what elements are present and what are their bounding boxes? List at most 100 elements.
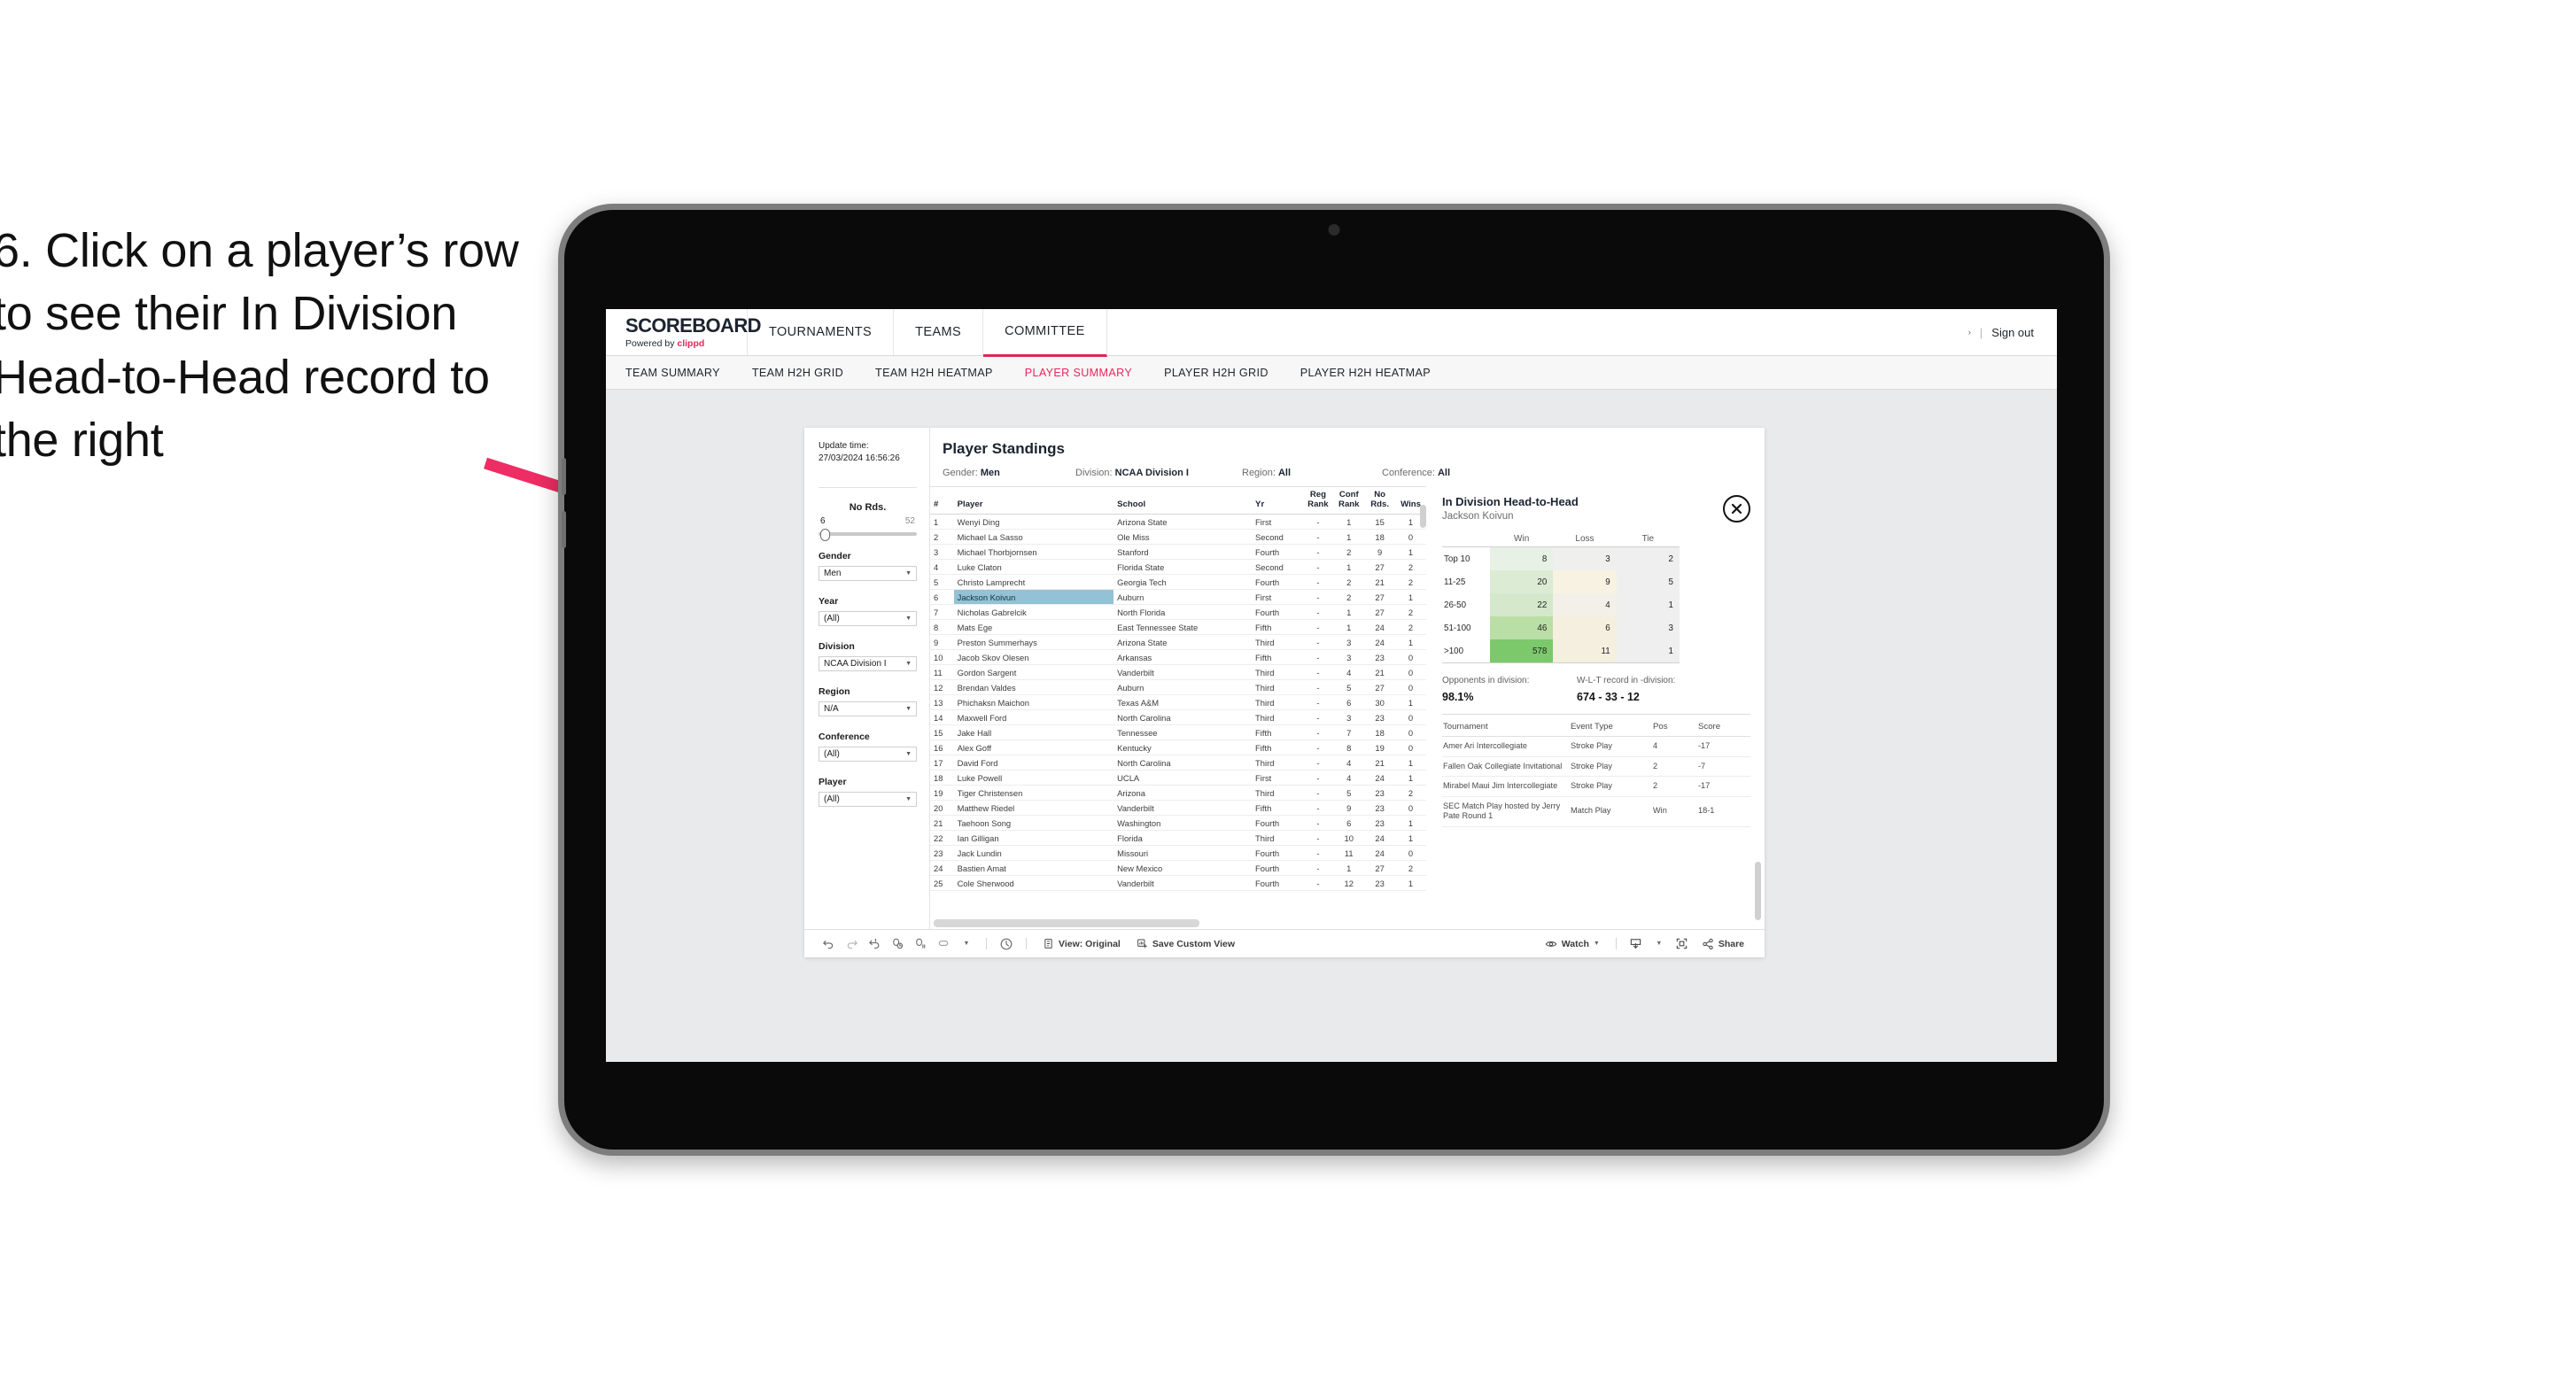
filter-conference: Conference (All) ▼ — [819, 732, 917, 762]
vertical-scrollbar[interactable] — [1420, 505, 1426, 528]
redo-icon[interactable] — [840, 933, 863, 956]
col-player[interactable]: Player — [953, 487, 1114, 515]
volume-up-button[interactable] — [562, 458, 566, 495]
nav-teams[interactable]: TEAMS — [894, 309, 984, 355]
clock-icon[interactable] — [995, 933, 1018, 956]
tournament-row[interactable]: Amer Ari Intercollegiate Stroke Play 4 -17 — [1442, 736, 1750, 757]
subnav-team-h2h-grid[interactable]: TEAM H2H GRID — [752, 367, 863, 379]
standings-table-wrapper: # Player School Yr Reg Rank Conf Rank No… — [930, 486, 1426, 929]
player-select[interactable]: (All) ▼ — [819, 792, 917, 807]
table-row[interactable]: 7 Nicholas Gabrelcik North Florida Fourth -1… — [930, 604, 1426, 621]
cell-school: Kentucky — [1113, 739, 1253, 756]
subnav-team-h2h-heatmap[interactable]: TEAM H2H HEATMAP — [875, 367, 1013, 379]
year-select[interactable]: (All) ▼ — [819, 611, 917, 626]
table-row[interactable]: 1 Wenyi Ding Arizona State First -1 15 1 — [930, 514, 1426, 530]
table-row[interactable]: 9 Preston Summerhays Arizona State Third -3 2… — [930, 634, 1426, 651]
filter-region: Region N/A ▼ — [819, 686, 917, 716]
cell-event-type: Match Play — [1570, 796, 1652, 827]
dashboard-card: Update time: 27/03/2024 16:56:26 No Rds.… — [804, 428, 1765, 957]
table-row[interactable]: 12 Brendan Valdes Auburn Third -5 27 0 — [930, 679, 1426, 696]
top-nav-items: TOURNAMENTS TEAMS COMMITTEE — [748, 309, 1107, 357]
table-row[interactable]: 25 Cole Sherwood Vanderbilt Fourth -12 23 1 — [930, 875, 1426, 892]
pause-icon[interactable] — [909, 933, 932, 956]
layout-icon[interactable] — [932, 933, 955, 956]
detail-scrollbar[interactable] — [1755, 862, 1761, 920]
cell-wins: 2 — [1395, 574, 1426, 591]
nav-tournaments[interactable]: TOURNAMENTS — [748, 309, 895, 355]
table-row[interactable]: 13 Phichaksn Maichon Texas A&M Third -6 30 1 — [930, 694, 1426, 711]
tournament-row[interactable]: Fallen Oak Collegiate Invitational Stroke… — [1442, 756, 1750, 777]
subnav-player-h2h-heatmap[interactable]: PLAYER H2H HEATMAP — [1300, 367, 1450, 379]
cell-school: Vanderbilt — [1113, 875, 1253, 892]
table-row[interactable]: 16 Alex Goff Kentucky Fifth -8 19 0 — [930, 739, 1426, 756]
volume-down-button[interactable] — [562, 511, 566, 548]
page-title: Player Standings — [943, 440, 1065, 457]
horizontal-scrollbar[interactable] — [934, 919, 1199, 927]
col-rank[interactable]: # — [930, 487, 954, 515]
view-original-button[interactable]: View: Original — [1035, 938, 1129, 949]
table-row[interactable]: 5 Christo Lamprecht Georgia Tech Fourth -2 21… — [930, 574, 1426, 591]
table-row[interactable]: 20 Matthew Riedel Vanderbilt Fifth -9 23 0 — [930, 800, 1426, 817]
table-row[interactable]: 22 Ian Gilligan Florida Third -10 24 1 — [930, 830, 1426, 847]
refresh-data-icon[interactable] — [886, 933, 909, 956]
col-reg-rank[interactable]: Reg Rank — [1302, 487, 1334, 515]
caret-down-icon[interactable]: ▼ — [955, 933, 978, 956]
tournament-row[interactable]: SEC Match Play hosted by Jerry Pate Roun… — [1442, 796, 1750, 827]
subnav-team-summary[interactable]: TEAM SUMMARY — [625, 367, 740, 379]
share-button[interactable]: Share — [1694, 938, 1752, 950]
table-row[interactable]: 18 Luke Powell UCLA First -4 24 1 — [930, 770, 1426, 786]
nav-committee[interactable]: COMMITTEE — [983, 309, 1107, 357]
no-rounds-slider[interactable] — [819, 529, 917, 541]
cell-no-rds: 27 — [1364, 604, 1396, 621]
table-row[interactable]: 3 Michael Thorbjornsen Stanford Fourth -2 9 1 — [930, 544, 1426, 561]
fullscreen-icon[interactable] — [1671, 933, 1694, 956]
col-conf-rank[interactable]: Conf Rank — [1333, 487, 1365, 515]
close-icon[interactable] — [1723, 495, 1750, 523]
conference-select[interactable]: (All) ▼ — [819, 747, 917, 762]
brand-logo[interactable]: SCOREBOARD Powered by clippd — [606, 309, 762, 355]
region-select[interactable]: N/A ▼ — [819, 701, 917, 716]
col-no-rds[interactable]: No Rds. — [1364, 487, 1396, 515]
table-row[interactable]: 4 Luke Claton Florida State Second -1 27 2 — [930, 559, 1426, 576]
table-row[interactable]: 2 Michael La Sasso Ole Miss Second -1 18 0 — [930, 529, 1426, 546]
gender-select[interactable]: Men ▼ — [819, 566, 917, 581]
caret-down-icon[interactable]: ▼ — [1648, 933, 1671, 956]
watch-button[interactable]: Watch ▼ — [1537, 938, 1608, 950]
cell-player: Christo Lamprecht — [953, 574, 1114, 591]
division-select[interactable]: NCAA Division I ▼ — [819, 656, 917, 671]
table-row[interactable]: 23 Jack Lundin Missouri Fourth -11 24 0 — [930, 845, 1426, 862]
tournament-row[interactable]: Mirabel Maui Jim Intercollegiate Stroke P… — [1442, 776, 1750, 797]
table-row[interactable]: 14 Maxwell Ford North Carolina Third -3 23 0 — [930, 709, 1426, 726]
table-row[interactable]: 10 Jacob Skov Olesen Arkansas Fifth -3 23 0 — [930, 649, 1426, 666]
col-yr[interactable]: Yr — [1252, 487, 1303, 515]
cell-rank: 25 — [930, 875, 954, 892]
cell-school: Ole Miss — [1113, 529, 1253, 546]
table-row[interactable]: 15 Jake Hall Tennessee Fifth -7 18 0 — [930, 724, 1426, 741]
table-row[interactable]: 6 Jackson Koivun Auburn First -2 27 1 — [930, 589, 1426, 606]
download-icon[interactable] — [1625, 933, 1648, 956]
chevron-right-icon[interactable]: › — [1968, 328, 1971, 337]
cell-player: David Ford — [953, 755, 1114, 771]
table-row[interactable]: 11 Gordon Sargent Vanderbilt Third -4 21 0 — [930, 664, 1426, 681]
signout-link[interactable]: Sign out — [1991, 326, 2034, 339]
slider-handle[interactable] — [820, 529, 830, 541]
wlt-caption: W-L-T record in -division: — [1577, 676, 1676, 685]
table-row[interactable]: 19 Tiger Christensen Arizona Third -5 23 2 — [930, 785, 1426, 801]
table-row[interactable]: 24 Bastien Amat New Mexico Fourth -1 27 2 — [930, 860, 1426, 877]
subnav-player-summary[interactable]: PLAYER SUMMARY — [1025, 367, 1152, 379]
table-row[interactable]: 8 Mats Ege East Tennessee State Fifth -1 24 2 — [930, 619, 1426, 636]
cell-yr: First — [1252, 514, 1303, 530]
cell-reg-rank: - — [1302, 544, 1334, 561]
cell-rank: 20 — [930, 800, 954, 817]
cell-wins: 0 — [1395, 679, 1426, 696]
col-school[interactable]: School — [1113, 487, 1253, 515]
cell-tournament: Mirabel Maui Jim Intercollegiate — [1442, 776, 1570, 797]
undo-icon[interactable] — [817, 933, 840, 956]
save-custom-view-button[interactable]: Save Custom View — [1129, 938, 1243, 949]
cell-rank: 21 — [930, 815, 954, 832]
cell-reg-rank: - — [1302, 574, 1334, 591]
table-row[interactable]: 17 David Ford North Carolina Third -4 21 1 — [930, 755, 1426, 771]
table-row[interactable]: 21 Taehoon Song Washington Fourth -6 23 1 — [930, 815, 1426, 832]
subnav-player-h2h-grid[interactable]: PLAYER H2H GRID — [1164, 367, 1288, 379]
revert-icon[interactable] — [863, 933, 886, 956]
